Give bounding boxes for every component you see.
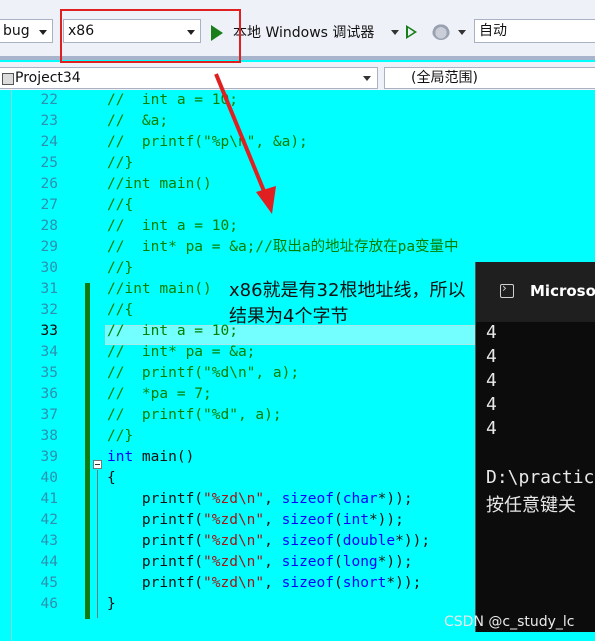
arrow-shaft (214, 73, 268, 197)
annotation-arrow (214, 73, 276, 214)
platform-highlight-box (60, 9, 241, 63)
arrow-head-icon (256, 186, 276, 214)
watermark: CSDN @c_study_lc (444, 614, 575, 630)
